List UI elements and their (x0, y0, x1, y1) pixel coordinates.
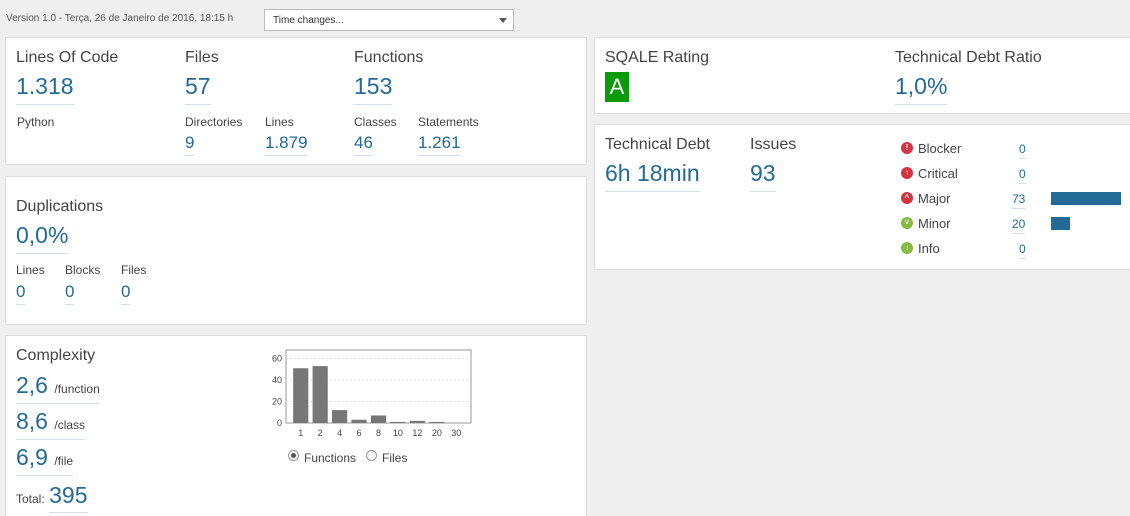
statements-value[interactable]: 1.261 (418, 134, 461, 156)
chevron-down-icon (499, 18, 507, 23)
critical-icon: ↑ (901, 167, 913, 179)
complexity-per-class[interactable]: 8,6 /class (16, 408, 86, 440)
major-icon: ^ (901, 192, 913, 204)
issues-label: Issues (750, 136, 797, 153)
severity-label-major: Major (918, 191, 951, 206)
issues-value[interactable]: 93 (750, 162, 776, 192)
sqale-rating-badge[interactable]: A (605, 72, 629, 102)
x-tick-label: 12 (412, 428, 422, 438)
technical-debt-value[interactable]: 6h 18min (605, 162, 700, 192)
files-radio[interactable] (366, 450, 377, 461)
sqale-rating-label: SQALE Rating (605, 49, 710, 66)
severity-bar-major (1051, 192, 1121, 205)
technical-debt-ratio-value[interactable]: 1,0% (895, 75, 948, 105)
complexity-per-function-value: 2,6 (16, 372, 48, 398)
classes-value[interactable]: 46 (354, 134, 373, 156)
files-radio-label[interactable]: Files (382, 451, 407, 465)
functions-label: Functions (354, 49, 424, 66)
info-icon: ↓ (901, 242, 913, 254)
per-file-unit: /file (54, 454, 74, 468)
lines-of-code-label: Lines Of Code (16, 49, 119, 66)
duplication-density-value[interactable]: 0,0% (16, 224, 69, 254)
time-changes-select[interactable]: Time changes... (264, 9, 514, 31)
total-label: Total: (16, 492, 45, 506)
complexity-card: Complexity 2,6 /function 8,6 /class 6,9 … (5, 335, 587, 516)
issues-card: Technical Debt 6h 18min Issues 93 ! Block… (594, 124, 1130, 270)
dup-files-label: Files (121, 263, 147, 277)
chart-bar-12[interactable] (409, 420, 425, 423)
chart-bar-20[interactable] (429, 421, 445, 423)
complexity-distribution-chart: 6040200 1 2 4 6 8 10 12 20 30 (272, 349, 472, 438)
severity-count-critical[interactable]: 0 (1019, 168, 1026, 184)
severity-label-minor: Minor (918, 216, 951, 231)
complexity-total: Total: 395 (16, 482, 88, 513)
classes-label: Classes (354, 115, 397, 129)
chart-bar-1[interactable] (293, 368, 309, 423)
version-text: Version 1.0 - Terça, 26 de Janeiro de 20… (6, 13, 234, 24)
severity-label-blocker: Blocker (918, 141, 962, 156)
functions-radio[interactable] (288, 450, 299, 461)
minor-icon: ˅ (901, 217, 913, 229)
complexity-per-class-value: 8,6 (16, 408, 48, 434)
x-tick-label: 6 (357, 428, 362, 438)
files-value[interactable]: 57 (185, 75, 211, 105)
language-label: Python (17, 115, 55, 129)
files-label: Files (185, 49, 219, 66)
per-class-unit: /class (54, 418, 86, 432)
complexity-per-function[interactable]: 2,6 /function (16, 374, 100, 404)
y-tick-label: 60 (272, 354, 282, 364)
directories-value[interactable]: 9 (185, 134, 195, 156)
y-tick-label: 20 (272, 397, 282, 407)
duplications-title: Duplications (16, 198, 104, 215)
severity-count-minor[interactable]: 20 (1012, 218, 1026, 234)
complexity-per-file[interactable]: 6,9 /file (16, 444, 74, 476)
complexity-title: Complexity (16, 347, 96, 364)
severity-count-major[interactable]: 73 (1012, 193, 1026, 209)
dup-blocks-value[interactable]: 0 (65, 283, 75, 305)
functions-radio-label[interactable]: Functions (304, 451, 356, 465)
y-tick-label: 40 (272, 375, 282, 385)
dup-lines-value[interactable]: 0 (16, 283, 26, 305)
per-function-unit: /function (54, 382, 100, 396)
x-tick-label: 10 (393, 428, 403, 438)
statements-label: Statements (418, 115, 479, 129)
y-tick-label: 0 (277, 418, 282, 428)
size-card: Lines Of Code 1.318 Python Files 57 Dire… (5, 37, 587, 165)
lines-label: Lines (265, 115, 294, 129)
chart-bar-4[interactable] (332, 410, 348, 423)
chart-bar-10[interactable] (390, 421, 406, 423)
dup-blocks-label: Blocks (65, 263, 101, 277)
x-tick-label: 1 (298, 428, 303, 438)
sqale-card: SQALE Rating A Technical Debt Ratio 1,0% (594, 37, 1130, 114)
severity-label-info: Info (918, 241, 940, 256)
x-tick-label: 2 (318, 428, 323, 438)
time-changes-value: Time changes... (273, 15, 344, 26)
dup-lines-label: Lines (16, 263, 45, 277)
total-value[interactable]: 395 (49, 482, 88, 513)
severity-label-critical: Critical (918, 166, 958, 181)
complexity-per-file-value: 6,9 (16, 444, 48, 470)
severity-bar-minor (1051, 217, 1070, 230)
x-tick-label: 4 (337, 428, 342, 438)
severity-count-blocker[interactable]: 0 (1019, 143, 1026, 159)
directories-label: Directories (185, 115, 243, 129)
dup-files-value[interactable]: 0 (121, 283, 131, 305)
functions-value[interactable]: 153 (354, 75, 393, 105)
chart-bar-2[interactable] (312, 366, 328, 423)
severity-count-info[interactable]: 0 (1019, 243, 1026, 259)
chart-bar-8[interactable] (370, 415, 387, 423)
technical-debt-ratio-label: Technical Debt Ratio (895, 49, 1042, 66)
duplications-card: Duplications 0,0% Lines 0 Blocks 0 Files… (5, 176, 587, 325)
chart-bar-6[interactable] (351, 419, 367, 423)
x-tick-label: 20 (432, 428, 442, 438)
lines-of-code-value[interactable]: 1.318 (16, 75, 74, 105)
blocker-icon: ! (901, 142, 913, 154)
x-tick-label: 30 (451, 428, 461, 438)
technical-debt-label: Technical Debt (605, 136, 710, 153)
x-tick-label: 8 (376, 428, 381, 438)
lines-value[interactable]: 1.879 (265, 134, 308, 156)
